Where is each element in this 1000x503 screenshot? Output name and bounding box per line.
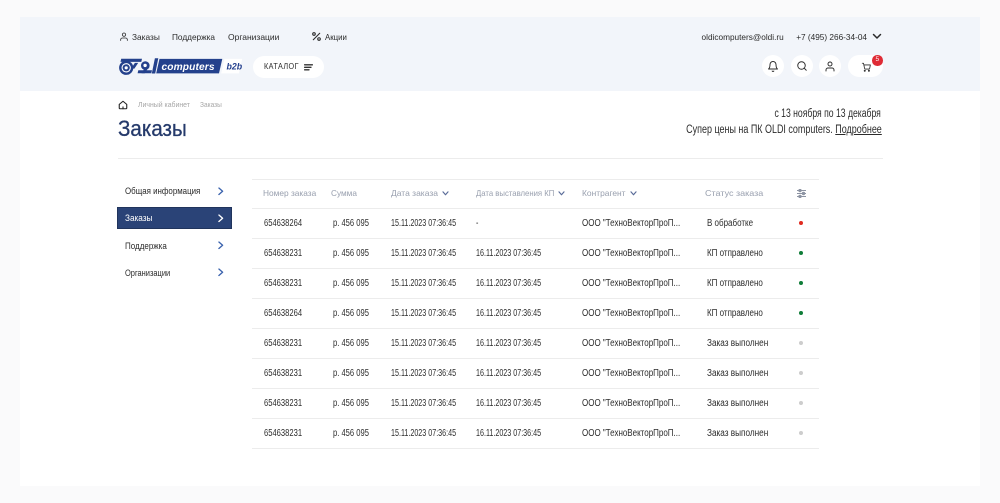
- svg-text:computers: computers: [162, 62, 215, 73]
- svg-text:b2b: b2b: [227, 61, 243, 71]
